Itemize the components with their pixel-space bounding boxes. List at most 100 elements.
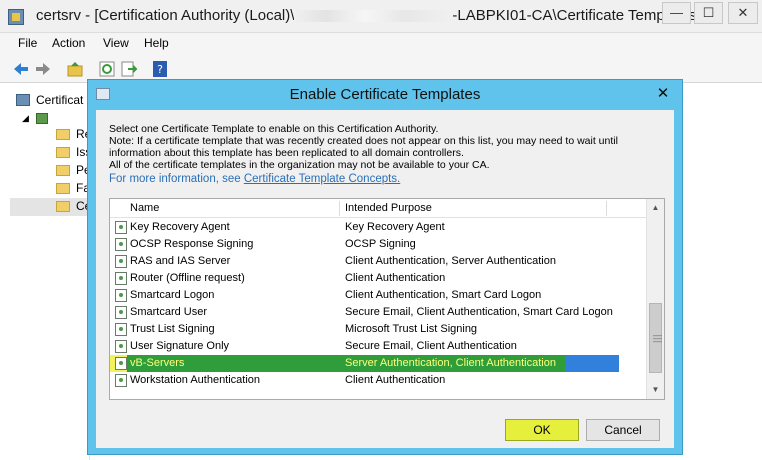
template-name: Key Recovery Agent (130, 221, 230, 233)
template-name: User Signature Only (130, 340, 230, 352)
template-purpose: Microsoft Trust List Signing (345, 323, 478, 335)
tree-root[interactable]: Certificat (10, 92, 90, 110)
list-row-router-offline-request[interactable]: Router (Offline request) Client Authenti… (110, 270, 647, 287)
template-name: vB-Servers (130, 357, 185, 369)
column-header-intended-purpose[interactable]: Intended Purpose (345, 202, 432, 214)
tree-folder-certificate-templates[interactable]: Ce (10, 198, 90, 216)
certificate-template-icon (115, 306, 127, 319)
back-arrow-icon[interactable] (12, 60, 30, 78)
template-name: Router (Offline request) (130, 272, 245, 284)
templates-list[interactable]: Name Intended Purpose Key Recovery Agent… (109, 198, 665, 400)
folder-icon (56, 165, 70, 176)
more-info-prefix: For more information, see (109, 173, 244, 185)
intro-text: Select one Certificate Template to enabl… (109, 123, 669, 171)
console-tree: Certificat ◢ Re Iss Pe Fa Ce (10, 88, 90, 460)
tree-folder-pending[interactable]: Pe (10, 162, 90, 180)
template-name: Workstation Authentication (130, 374, 261, 386)
up-folder-icon[interactable] (66, 60, 84, 78)
certificate-template-icon (115, 238, 127, 251)
certificate-template-icon (115, 357, 127, 370)
list-row-key-recovery-agent[interactable]: Key Recovery Agent Key Recovery Agent (110, 219, 647, 236)
intro-line: All of the certificate templates in the … (109, 159, 490, 171)
ok-button[interactable]: OK (505, 419, 579, 441)
menu-help[interactable]: Help (144, 36, 169, 50)
enable-certificate-templates-dialog: Enable Certificate Templates ✕ Select on… (87, 79, 683, 455)
dialog-title-bar: Enable Certificate Templates ✕ (88, 80, 682, 108)
folder-icon (56, 201, 70, 212)
menu-action[interactable]: Action (52, 36, 85, 50)
export-icon[interactable] (120, 60, 138, 78)
list-row-smartcard-logon[interactable]: Smartcard Logon Client Authentication, S… (110, 287, 647, 304)
certificate-template-icon (115, 323, 127, 336)
template-name: Smartcard Logon (130, 289, 215, 301)
certificate-template-icon (115, 340, 127, 353)
column-divider[interactable] (339, 201, 340, 216)
menu-view[interactable]: View (103, 36, 129, 50)
template-purpose: Client Authentication, Server Authentica… (345, 255, 556, 267)
tree-folder-revoked[interactable]: Re (10, 126, 90, 144)
menu-file[interactable]: File (18, 36, 37, 50)
intro-line: Select one Certificate Template to enabl… (109, 123, 439, 135)
column-header-name[interactable]: Name (130, 202, 159, 214)
help-icon[interactable]: ? (151, 60, 169, 78)
list-row-user-signature-only[interactable]: User Signature Only Secure Email, Client… (110, 338, 647, 355)
certsrv-app-icon (8, 9, 24, 25)
close-button[interactable]: ✕ (728, 2, 758, 24)
certificate-template-icon (115, 374, 127, 387)
refresh-icon[interactable] (98, 60, 116, 78)
ca-server-icon (36, 113, 48, 124)
menu-bar: File Action View Help (0, 33, 762, 55)
list-rows: Key Recovery Agent Key Recovery Agent OC… (110, 219, 647, 389)
template-name: RAS and IAS Server (130, 255, 231, 267)
template-purpose: Secure Email, Client Authentication (345, 340, 517, 352)
minimize-button[interactable]: — (662, 2, 691, 24)
list-row-vb-servers[interactable]: vB-Servers Server Authentication, Client… (110, 355, 647, 372)
template-name: Trust List Signing (130, 323, 215, 335)
tree-root-label: Certificat (36, 93, 84, 107)
template-purpose: Client Authentication, Smart Card Logon (345, 289, 542, 301)
template-purpose: OCSP Signing (345, 238, 416, 250)
svg-text:?: ? (157, 63, 163, 76)
folder-icon (56, 147, 70, 158)
list-row-ocsp-response-signing[interactable]: OCSP Response Signing OCSP Signing (110, 236, 647, 253)
template-purpose: Client Authentication (345, 272, 446, 284)
list-row-ras-and-ias-server[interactable]: RAS and IAS Server Client Authentication… (110, 253, 647, 270)
certificate-authority-icon (16, 94, 30, 106)
collapse-arrow-icon[interactable]: ◢ (22, 113, 29, 124)
vertical-scrollbar[interactable]: ▲ — — — ▼ (646, 199, 664, 399)
forward-arrow-icon[interactable] (34, 60, 52, 78)
dialog-close-button[interactable]: ✕ (652, 84, 674, 104)
list-header: Name Intended Purpose (110, 199, 647, 218)
scroll-down-arrow-icon[interactable]: ▼ (647, 381, 664, 398)
folder-icon (56, 183, 70, 194)
tree-folder-issued[interactable]: Iss (10, 144, 90, 162)
window-title-bar: certsrv - [Certification Authority (Loca… (0, 0, 762, 33)
template-purpose: Key Recovery Agent (345, 221, 445, 233)
intro-line: information about this template has been… (109, 147, 464, 159)
tree-folder-failed[interactable]: Fa (10, 180, 90, 198)
certificate-template-concepts-link[interactable]: Certificate Template Concepts. (244, 173, 400, 185)
window-title: certsrv - [Certification Authority (Loca… (36, 7, 701, 24)
dialog-body: Select one Certificate Template to enabl… (96, 110, 674, 448)
template-name: OCSP Response Signing (130, 238, 254, 250)
scrollbar-grip-icon: — — — (653, 330, 662, 346)
scroll-up-arrow-icon[interactable]: ▲ (647, 199, 664, 216)
template-purpose: Client Authentication (345, 374, 446, 386)
list-row-smartcard-user[interactable]: Smartcard User Secure Email, Client Auth… (110, 304, 647, 321)
intro-line: Note: If a certificate template that was… (109, 135, 618, 147)
template-name: Smartcard User (130, 306, 208, 318)
maximize-button[interactable]: ☐ (694, 2, 723, 24)
template-purpose: Secure Email, Client Authentication, Sma… (345, 306, 613, 318)
redacted-name (294, 10, 453, 23)
certificate-template-icon (115, 221, 127, 234)
column-divider[interactable] (606, 201, 607, 216)
cancel-button[interactable]: Cancel (586, 419, 660, 441)
folder-icon (56, 129, 70, 140)
list-row-workstation-authentication[interactable]: Workstation Authentication Client Authen… (110, 372, 647, 389)
more-info-line: For more information, see Certificate Te… (109, 173, 400, 185)
certificate-template-icon (115, 289, 127, 302)
selection-highlight (565, 355, 619, 372)
template-purpose: Server Authentication, Client Authentica… (345, 357, 556, 369)
scrollbar-thumb[interactable]: — — — (649, 303, 662, 373)
list-row-trust-list-signing[interactable]: Trust List Signing Microsoft Trust List … (110, 321, 647, 338)
